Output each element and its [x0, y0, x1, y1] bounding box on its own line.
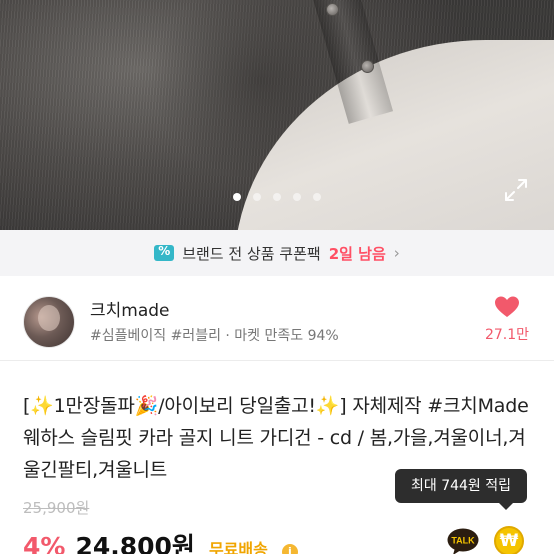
sale-price: 24,800원	[75, 532, 195, 554]
cardigan-button	[326, 3, 339, 16]
product-image[interactable]	[0, 0, 554, 230]
chevron-right-icon: ›	[393, 244, 400, 262]
like-count: 27.1만	[484, 327, 530, 343]
expand-icon[interactable]	[504, 178, 528, 202]
discount-rate: 4%	[23, 532, 66, 554]
shop-name[interactable]: 크치made	[90, 296, 170, 321]
coupon-text: 브랜드 전 상품 쿠폰팩	[182, 244, 321, 263]
free-shipping-label: 무료배송	[208, 540, 268, 554]
cardigan-button	[361, 60, 374, 73]
original-price: 25,900원	[23, 499, 90, 517]
shop-avatar[interactable]	[23, 296, 75, 348]
kakao-talk-icon[interactable]: TALK	[447, 528, 479, 554]
pagination-dot[interactable]	[293, 193, 301, 201]
info-icon[interactable]: i	[281, 544, 298, 554]
coupon-days-left: 2일 남음	[328, 244, 386, 263]
talk-label: TALK	[451, 536, 475, 546]
reward-tooltip: 최대 744원 적립	[395, 469, 527, 510]
pagination-dot[interactable]	[253, 193, 261, 201]
coupon-ticket-icon	[154, 244, 175, 261]
price-row: 4% 24,800원 무료배송 i	[23, 527, 298, 554]
shop-tags: #심플베이직 #러블리 · 마켓 만족도 94%	[90, 328, 339, 344]
pagination-dot[interactable]	[313, 193, 321, 201]
image-pagination	[0, 193, 554, 205]
coupon-banner[interactable]: 브랜드 전 상품 쿠폰팩 2일 남음 ›	[0, 230, 554, 276]
section-divider	[0, 360, 554, 361]
shop-info[interactable]: 크치made #심플베이직 #러블리 · 마켓 만족도 94% 27.1만	[0, 276, 554, 360]
won-coin-icon[interactable]: ₩	[494, 526, 524, 554]
pagination-dot[interactable]	[273, 193, 281, 201]
pagination-dot[interactable]	[233, 193, 241, 201]
like-button[interactable]: 27.1만	[482, 296, 532, 344]
heart-icon	[495, 296, 519, 317]
